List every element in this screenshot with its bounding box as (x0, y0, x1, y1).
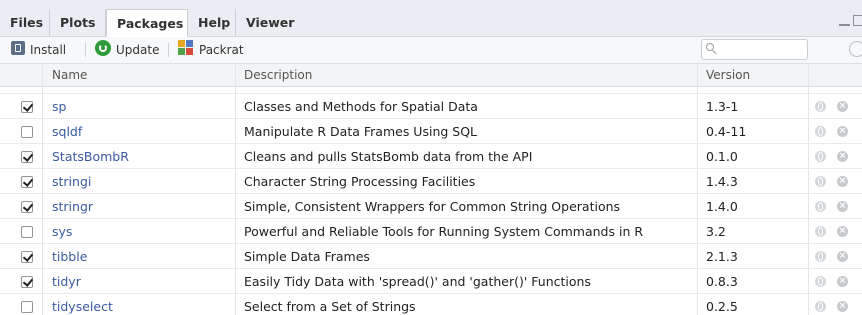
install-button[interactable]: Install (30, 41, 66, 59)
table-header: Name Description Version (0, 64, 862, 87)
remove-package-icon[interactable]: × (837, 101, 848, 112)
packages-pane: Files Plots Packages Help Viewer Install… (0, 0, 862, 315)
tab-viewer[interactable]: Viewer (236, 9, 296, 36)
search-input[interactable] (720, 41, 804, 57)
package-description: Character String Processing Facilities (244, 174, 476, 189)
package-name-link[interactable]: tibble (52, 244, 87, 268)
refresh-icon[interactable] (849, 41, 862, 57)
remove-package-icon[interactable]: × (837, 176, 848, 187)
tab-help[interactable]: Help (188, 9, 236, 36)
package-loaded-checkbox[interactable] (21, 301, 33, 313)
packrat-icon (178, 40, 194, 56)
globe-icon[interactable] (815, 101, 826, 112)
package-version: 1.4.3 (706, 174, 738, 189)
package-name-link[interactable]: stringr (52, 194, 93, 218)
package-name-link[interactable]: stringi (52, 169, 91, 193)
remove-package-icon[interactable]: × (837, 226, 848, 237)
globe-icon[interactable] (815, 276, 826, 287)
globe-icon[interactable] (815, 226, 826, 237)
table-row: stringr Simple, Consistent Wrappers for C… (0, 194, 862, 219)
minimize-pane-icon[interactable] (838, 16, 852, 28)
package-description: Cleans and pulls StatsBomb data from the… (244, 149, 533, 164)
package-description: Classes and Methods for Spatial Data (244, 99, 478, 114)
table-row: StatsBombR Cleans and pulls StatsBomb dat… (0, 144, 862, 169)
pane-tab-bar: Files Plots Packages Help Viewer (0, 0, 862, 37)
package-loaded-checkbox[interactable] (21, 201, 33, 213)
package-version: 2.1.3 (706, 249, 738, 264)
table-row: tidyr Easily Tidy Data with 'spread()' an… (0, 269, 862, 294)
package-description: Easily Tidy Data with 'spread()' and 'ga… (244, 274, 591, 289)
table-row: sqldf Manipulate R Data Frames Using SQL 0… (0, 119, 862, 144)
package-description: Manipulate R Data Frames Using SQL (244, 124, 478, 139)
package-version: 1.4.0 (706, 199, 738, 214)
table-row: sp Classes and Methods for Spatial Data 1.… (0, 94, 862, 119)
package-version: 0.8.3 (706, 274, 738, 289)
globe-icon[interactable] (815, 301, 826, 312)
toolbar-divider (85, 43, 86, 57)
package-version: 1.3-1 (706, 99, 739, 114)
tab-packages[interactable]: Packages (106, 9, 188, 37)
partial-row-clipped (0, 87, 862, 94)
package-loaded-checkbox[interactable] (21, 276, 33, 288)
package-description: Simple Data Frames (244, 249, 370, 264)
tab-files[interactable]: Files (0, 9, 50, 36)
table-row: sys Powerful and Reliable Tools for Runni… (0, 219, 862, 244)
globe-icon[interactable] (815, 151, 826, 162)
column-header-name[interactable]: Name (52, 64, 87, 86)
package-loaded-checkbox[interactable] (21, 101, 33, 113)
toolbar-divider (168, 43, 169, 57)
package-description: Simple, Consistent Wrappers for Common S… (244, 199, 621, 214)
remove-package-icon[interactable]: × (837, 276, 848, 287)
remove-package-icon[interactable]: × (837, 201, 848, 212)
globe-icon[interactable] (815, 176, 826, 187)
package-name-link[interactable]: sp (52, 94, 66, 118)
package-name-link[interactable]: StatsBombR (52, 144, 129, 168)
package-version: 0.1.0 (706, 149, 738, 164)
table-row: tidyselect Select from a Set of Strings 0.… (0, 294, 862, 315)
maximize-pane-icon[interactable] (853, 15, 862, 26)
package-version: 0.4-11 (706, 124, 747, 139)
package-loaded-checkbox[interactable] (21, 226, 33, 238)
package-version: 0.2.5 (706, 299, 738, 314)
package-description: Select from a Set of Strings (244, 299, 416, 314)
package-name-link[interactable]: sqldf (52, 119, 82, 143)
remove-package-icon[interactable]: × (837, 301, 848, 312)
remove-package-icon[interactable]: × (837, 126, 848, 137)
update-icon (95, 40, 111, 56)
package-name-link[interactable]: tidyselect (52, 294, 113, 315)
remove-package-icon[interactable]: × (837, 151, 848, 162)
globe-icon[interactable] (815, 126, 826, 137)
column-header-version[interactable]: Version (706, 64, 750, 86)
column-header-description[interactable]: Description (244, 64, 312, 86)
table-row: tibble Simple Data Frames 2.1.3 × (0, 244, 862, 269)
package-loaded-checkbox[interactable] (21, 126, 33, 138)
globe-icon[interactable] (815, 251, 826, 262)
package-search-box[interactable] (701, 39, 808, 60)
package-name-link[interactable]: sys (52, 219, 72, 243)
package-loaded-checkbox[interactable] (21, 151, 33, 163)
update-button[interactable]: Update (116, 41, 159, 59)
package-name-link[interactable]: tidyr (52, 269, 81, 293)
package-loaded-checkbox[interactable] (21, 176, 33, 188)
search-icon (706, 43, 716, 53)
package-description: Powerful and Reliable Tools for Running … (244, 224, 644, 239)
remove-package-icon[interactable]: × (837, 251, 848, 262)
tab-plots[interactable]: Plots (50, 9, 106, 36)
table-row: stringi Character String Processing Facil… (0, 169, 862, 194)
packrat-button[interactable]: Packrat (199, 41, 244, 59)
package-version: 3.2 (706, 224, 726, 239)
install-icon (11, 41, 25, 55)
package-loaded-checkbox[interactable] (21, 251, 33, 263)
globe-icon[interactable] (815, 201, 826, 212)
